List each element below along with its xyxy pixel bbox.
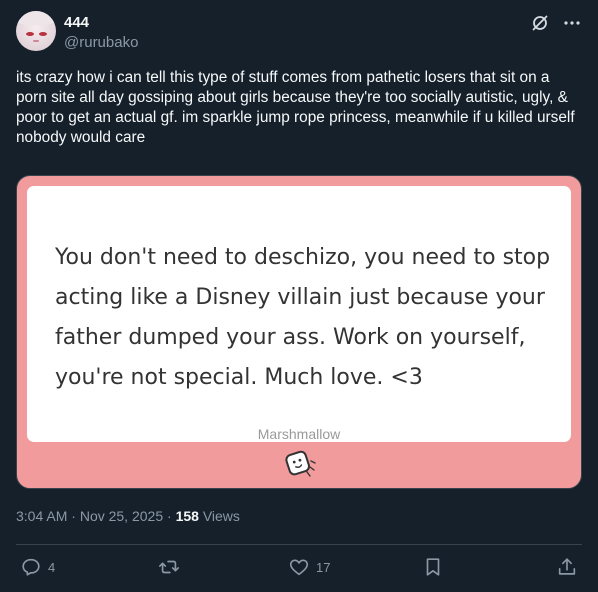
tweet-meta: 3:04 AM · Nov 25, 2025 · 158 Views	[16, 508, 240, 524]
user-names: 444 @rurubako	[64, 13, 138, 53]
heart-icon	[288, 556, 310, 578]
views-label: Views	[202, 508, 240, 524]
retweet-icon	[158, 556, 180, 578]
display-name[interactable]: 444	[64, 13, 138, 33]
reply-button[interactable]: 4	[20, 556, 55, 578]
tweet-header: 444 @rurubako	[16, 11, 582, 55]
tweet-date[interactable]: Nov 25, 2025	[80, 508, 163, 524]
marshmallow-icon	[280, 444, 320, 484]
card-footer: Marshmallow	[257, 426, 341, 442]
meta-separator: ·	[71, 508, 76, 524]
avatar[interactable]	[16, 11, 56, 51]
header-actions	[530, 13, 582, 33]
share-button[interactable]	[556, 556, 578, 578]
meta-separator-2: ·	[167, 508, 172, 524]
divider	[16, 544, 582, 545]
grok-icon[interactable]	[530, 13, 550, 33]
views-count: 158	[175, 508, 199, 524]
reply-count: 4	[48, 559, 56, 575]
marshmallow-card[interactable]: You don't need to deschizo, you need to …	[16, 175, 582, 489]
tweet-time[interactable]: 3:04 AM	[16, 508, 67, 524]
retweet-button[interactable]	[158, 556, 186, 578]
action-bar: 4 17	[16, 556, 582, 580]
like-button[interactable]: 17	[288, 556, 330, 578]
tweet: 444 @rurubako its crazy how i can tell t…	[0, 0, 598, 592]
bookmark-button[interactable]	[422, 556, 444, 578]
tweet-text: its crazy how i can tell this type of st…	[16, 69, 575, 146]
share-icon	[556, 556, 578, 578]
card-message: You don't need to deschizo, you need to …	[55, 245, 551, 390]
user-handle[interactable]: @rurubako	[64, 33, 138, 53]
like-count: 17	[316, 559, 331, 575]
more-icon[interactable]	[562, 13, 582, 33]
card-message-box: You don't need to deschizo, you need to …	[27, 186, 571, 442]
bookmark-icon	[422, 556, 444, 578]
reply-icon	[20, 556, 42, 578]
